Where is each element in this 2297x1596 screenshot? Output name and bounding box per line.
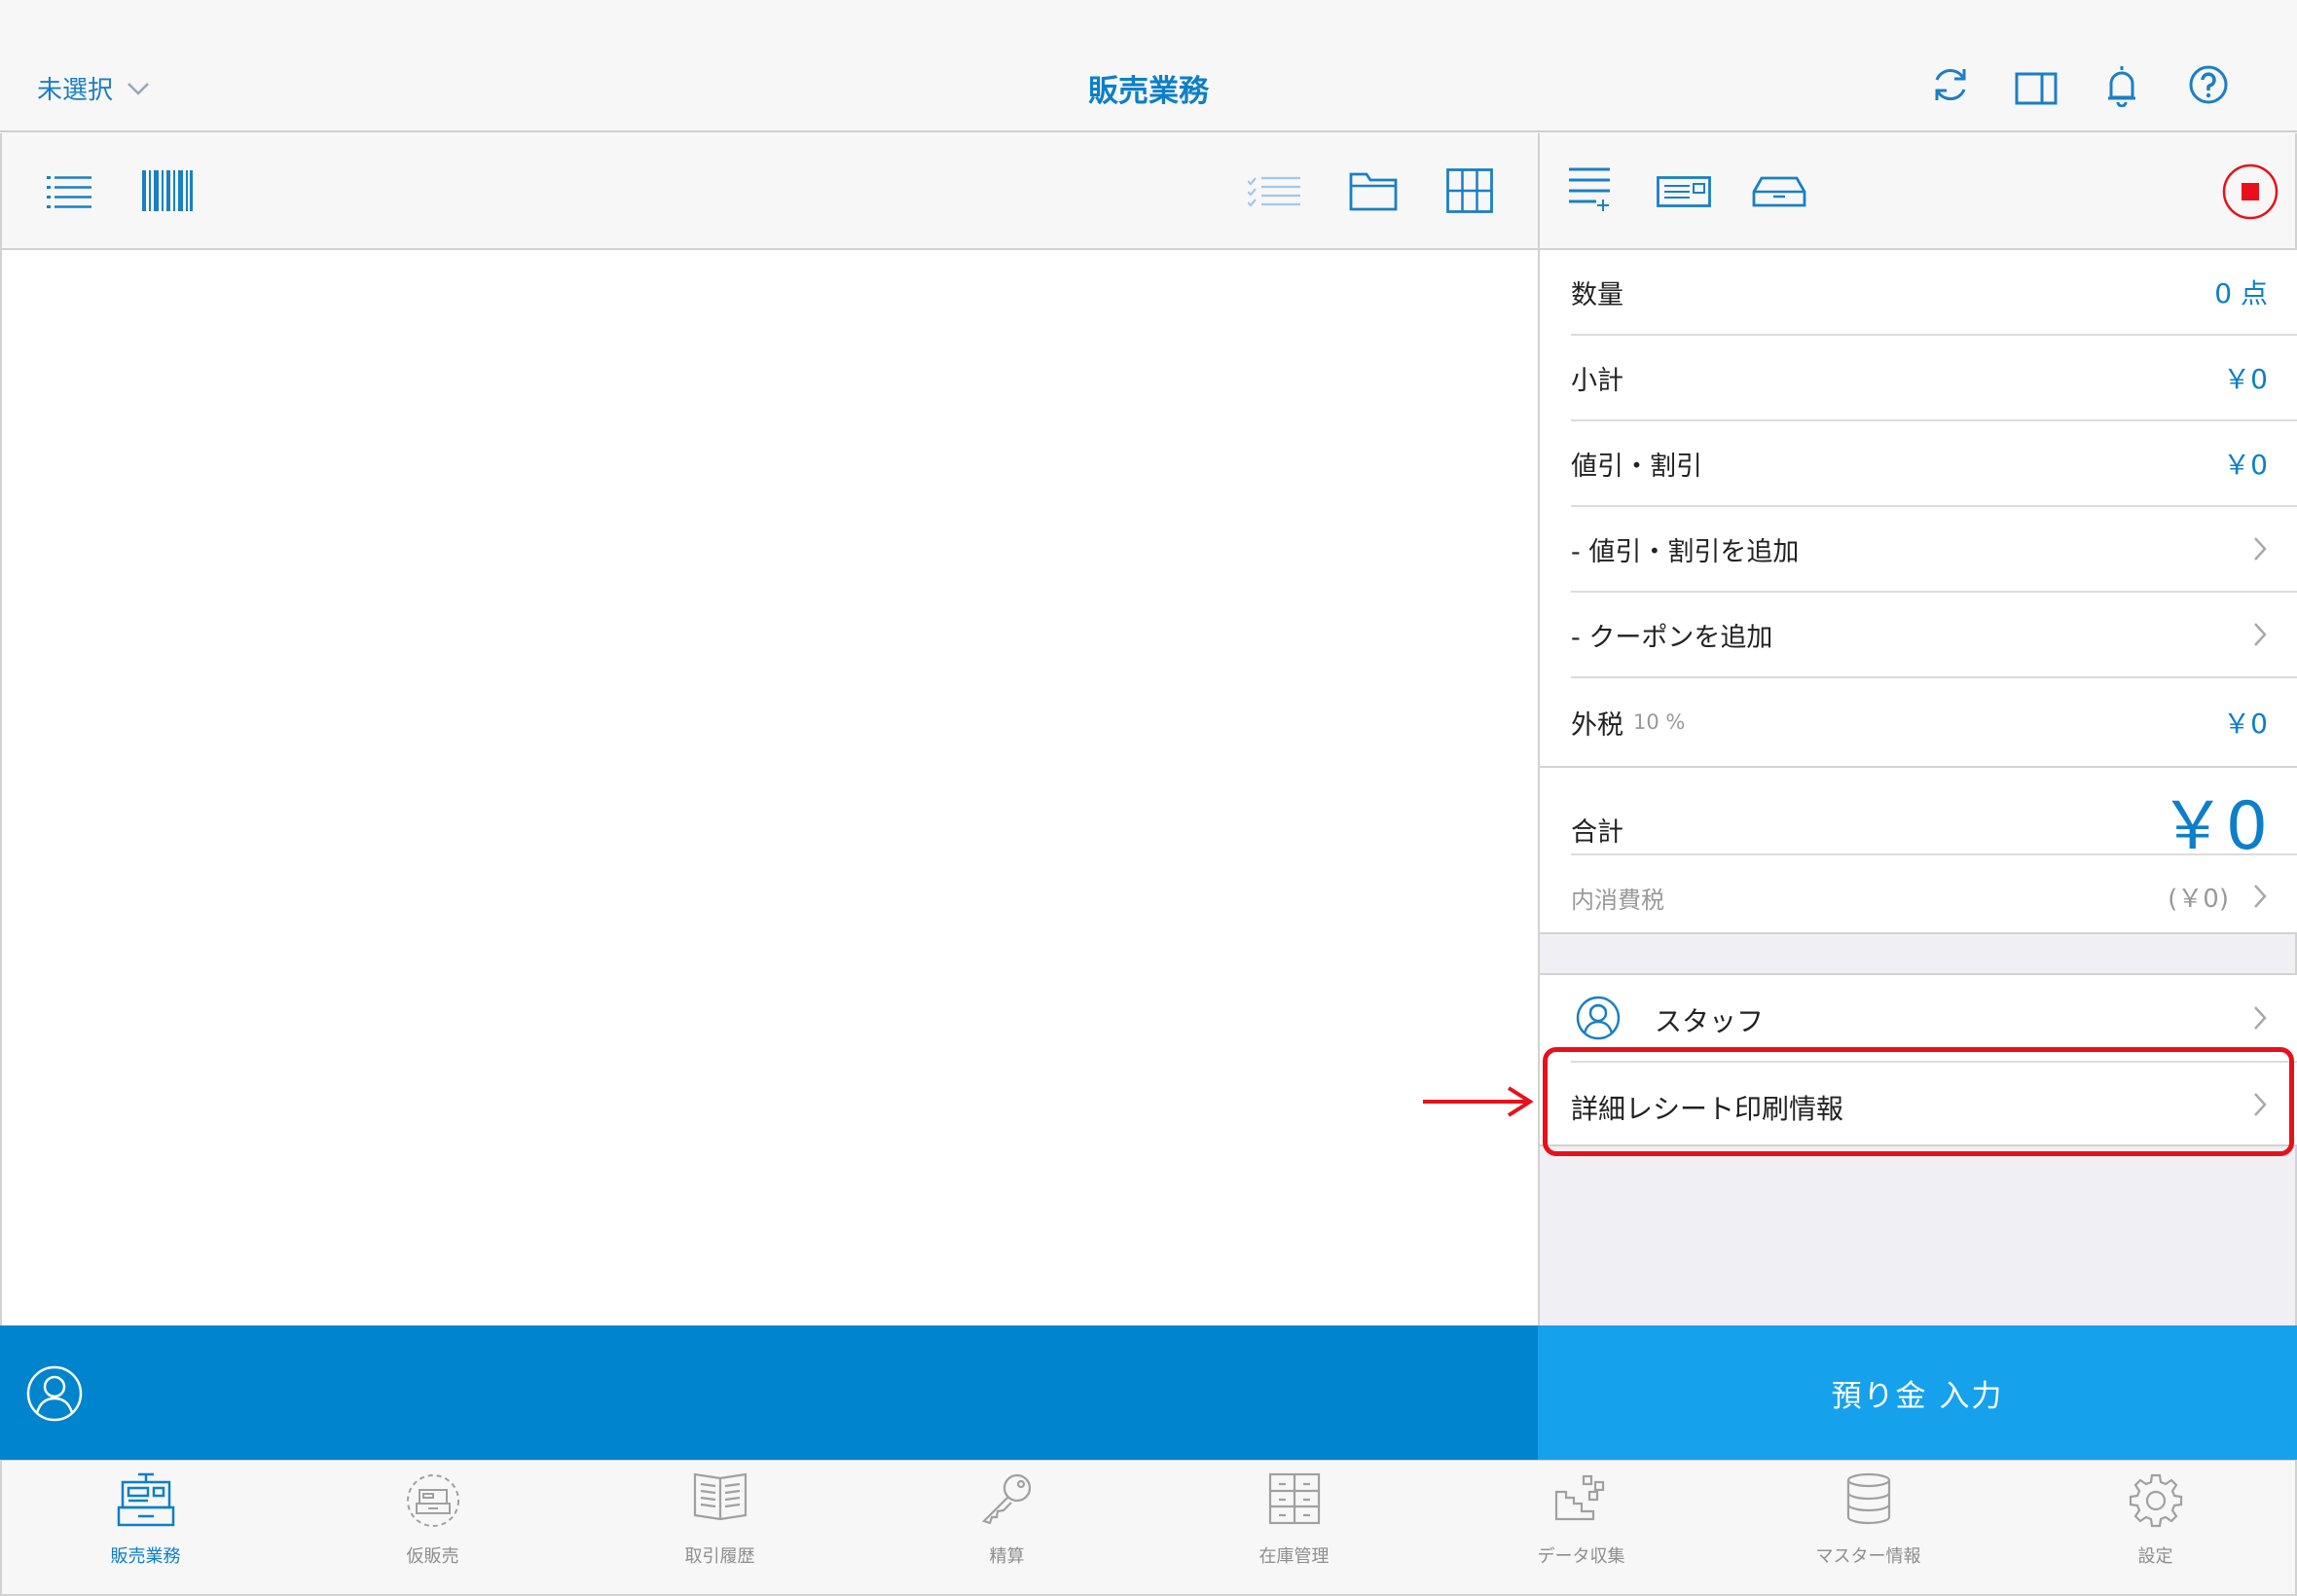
product-area xyxy=(0,250,1538,1325)
tab-transaction-history[interactable]: 取引履歴 xyxy=(576,1461,863,1596)
tab-master-info[interactable]: マスター情報 xyxy=(1725,1461,2012,1596)
tab-provisional-sales[interactable]: 仮販売 xyxy=(289,1461,576,1596)
external-tax-value: ￥0 xyxy=(2223,707,2268,740)
external-tax-row: 外税 10 % ￥0 xyxy=(1540,678,2297,768)
tab-label: 設定 xyxy=(2137,1546,2173,1567)
internal-tax-value: (￥0) xyxy=(2168,885,2229,914)
subtotal-row: 小計 ￥0 xyxy=(1571,336,2297,421)
total-label: 合計 xyxy=(1571,817,1623,848)
header-bar: 未選択 販売業務 xyxy=(0,0,2297,132)
external-tax-label: 外税 xyxy=(1571,709,1623,741)
help-icon[interactable] xyxy=(2188,64,2229,105)
staff-avatar-icon xyxy=(1575,995,1622,1041)
data-collection-icon xyxy=(1554,1472,1609,1529)
total-row: 合計 ￥0 xyxy=(1571,768,2297,865)
checkout-panel: 数量 0 点 小計 ￥0 値引・割引 ￥0 - 値引・割引を追加 - クーポンを… xyxy=(1538,250,2297,1325)
drawers-icon xyxy=(1268,1472,1321,1529)
chevron-right-icon xyxy=(2252,1004,2268,1032)
tab-sales[interactable]: 販売業務 xyxy=(2,1461,289,1596)
split-view-icon[interactable] xyxy=(2015,72,2058,105)
internal-tax-label: 内消費税 xyxy=(1571,887,1664,914)
barcode-icon[interactable] xyxy=(142,170,193,211)
staff-label: スタッフ xyxy=(1655,1005,1765,1037)
tab-label: 精算 xyxy=(989,1546,1025,1567)
chevron-right-icon xyxy=(2252,883,2268,910)
tab-label: 仮販売 xyxy=(406,1546,459,1567)
deposit-input-button[interactable]: 預り金 入力 xyxy=(1538,1325,2297,1460)
arrow-right-icon xyxy=(1421,1084,1534,1123)
add-discount-label: - 値引・割引を追加 xyxy=(1571,536,1800,567)
discount-row: 値引・割引 ￥0 xyxy=(1571,421,2297,507)
tab-label: データ収集 xyxy=(1537,1546,1625,1567)
customer-icon[interactable] xyxy=(25,1364,84,1423)
tab-settings[interactable]: 設定 xyxy=(2012,1461,2297,1596)
key-icon xyxy=(980,1472,1035,1529)
external-tax-rate: 10 % xyxy=(1633,710,1686,734)
list-view-icon[interactable] xyxy=(47,174,91,209)
receipt-card-icon[interactable] xyxy=(1657,176,1711,207)
internal-tax-row[interactable]: 内消費税 (￥0) xyxy=(1571,855,2297,933)
subtotal-label: 小計 xyxy=(1571,365,1623,396)
add-discount-row[interactable]: - 値引・割引を追加 xyxy=(1571,507,2297,593)
book-icon xyxy=(693,1472,747,1529)
folder-icon[interactable] xyxy=(1349,170,1398,211)
checklist-icon[interactable] xyxy=(1248,176,1300,209)
tab-data-collection[interactable]: データ収集 xyxy=(1438,1461,1725,1596)
gear-icon xyxy=(2128,1472,2184,1529)
chevron-right-icon xyxy=(2252,535,2268,562)
discount-label: 値引・割引 xyxy=(1571,451,1702,482)
database-icon xyxy=(1845,1472,1892,1529)
cart-toolbar xyxy=(1538,133,2297,250)
total-value: ￥0 xyxy=(2159,788,2268,865)
product-toolbar xyxy=(0,133,1538,250)
quantity-row: 数量 0 点 xyxy=(1571,250,2297,336)
tab-bar: 販売業務 仮販売 取引履歴 精算 在庫管理 データ収集 マスター情報 設定 xyxy=(0,1460,2297,1596)
add-line-icon[interactable] xyxy=(1567,166,1612,213)
register-icon xyxy=(117,1472,175,1529)
subtotal-value: ￥0 xyxy=(2223,363,2268,395)
add-coupon-row[interactable]: - クーポンを追加 xyxy=(1571,593,2297,678)
highlight-annotation xyxy=(1543,1047,2294,1156)
quantity-value: 0 点 xyxy=(2214,277,2268,309)
tab-inventory[interactable]: 在庫管理 xyxy=(1150,1461,1438,1596)
stop-record-icon[interactable] xyxy=(2221,163,2279,221)
provisional-register-icon xyxy=(405,1472,461,1529)
order-summary: 数量 0 点 小計 ￥0 値引・割引 ￥0 - 値引・割引を追加 - クーポンを… xyxy=(1540,250,2297,934)
grid-view-icon[interactable] xyxy=(1446,168,1493,213)
quantity-label: 数量 xyxy=(1571,279,1623,310)
tab-label: 販売業務 xyxy=(110,1546,181,1567)
tab-settlement[interactable]: 精算 xyxy=(863,1461,1150,1596)
customer-bar xyxy=(0,1325,1538,1460)
tab-label: マスター情報 xyxy=(1815,1546,1921,1567)
discount-value: ￥0 xyxy=(2223,449,2268,481)
chevron-right-icon xyxy=(2252,621,2268,648)
add-coupon-label: - クーポンを追加 xyxy=(1571,622,1773,653)
tab-label: 取引履歴 xyxy=(684,1546,755,1567)
cash-drawer-icon[interactable] xyxy=(1752,176,1806,207)
tab-label: 在庫管理 xyxy=(1258,1546,1330,1567)
bell-icon[interactable] xyxy=(2106,64,2137,107)
sync-icon[interactable] xyxy=(1931,64,1970,105)
